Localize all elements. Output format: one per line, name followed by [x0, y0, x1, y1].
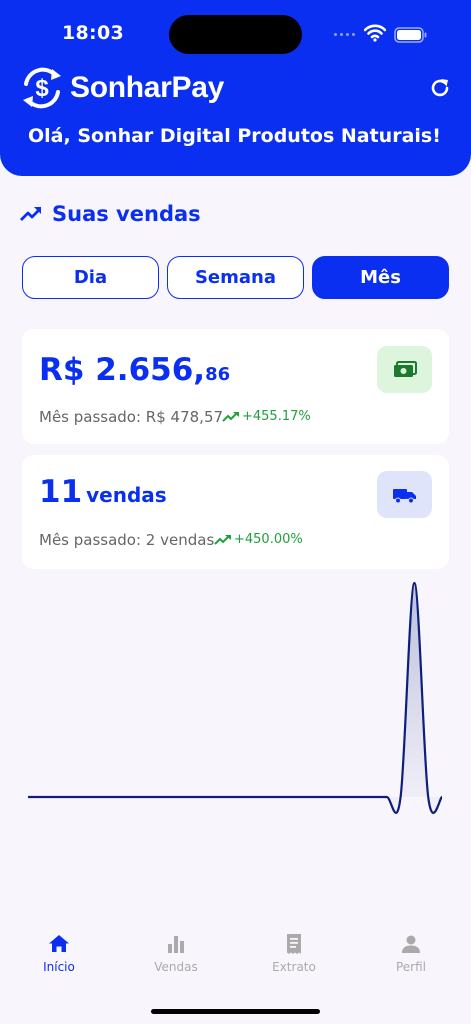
nav-label-extrato: Extrato — [272, 960, 316, 974]
trending-up-icon — [20, 207, 41, 221]
nav-item-vendas[interactable]: Vendas — [131, 932, 221, 974]
revenue-card: R$ 2.656,86 Mês passado: R$ 478,57 +455.… — [22, 329, 449, 444]
brand: $ SonharPay — [18, 64, 224, 112]
tab-mes[interactable]: Mês — [312, 256, 449, 299]
sales-previous-text: Mês passado: 2 vendas — [39, 531, 215, 549]
sales-growth: +450.00% — [214, 532, 303, 547]
svg-text:$: $ — [35, 75, 49, 102]
revenue-value-main: R$ 2.656, — [39, 352, 206, 388]
app-header: 18:03 $ SonharPay Olá, Sonhar Digital Pr… — [0, 0, 471, 176]
home-icon — [49, 935, 69, 952]
sales-count: 11 vendas — [39, 474, 167, 510]
nav-label-inicio: Início — [43, 960, 75, 974]
battery-icon — [394, 27, 427, 43]
trending-up-icon — [222, 411, 239, 422]
nav-item-inicio[interactable]: Início — [14, 932, 104, 974]
dynamic-island — [169, 15, 302, 54]
bar-chart-icon — [168, 936, 184, 953]
nav-label-perfil: Perfil — [395, 960, 427, 974]
tab-dia-label: Dia — [73, 267, 108, 288]
signal-icon — [334, 33, 355, 36]
nav-item-perfil[interactable]: Perfil — [366, 932, 456, 974]
trending-up-icon — [214, 534, 231, 545]
money-icon-box — [377, 346, 432, 393]
greeting-text: Olá, Sonhar Digital Produtos Naturais! — [28, 125, 441, 147]
truck-icon-box — [377, 471, 432, 518]
home-indicator — [151, 1009, 320, 1014]
status-bar: 18:03 — [0, 0, 471, 62]
sales-growth-value: +450.00% — [234, 532, 303, 547]
revenue-previous-text: Mês passado: R$ 478,57 — [39, 408, 224, 426]
sales-chart — [28, 581, 444, 814]
revenue-growth: +455.17% — [222, 409, 311, 424]
nav-item-extrato[interactable]: Extrato — [249, 932, 339, 974]
bottom-nav: Início Vendas Extrato Perfil — [0, 920, 471, 990]
tab-mes-label: Mês — [360, 267, 401, 288]
revenue-growth-value: +455.17% — [242, 409, 311, 424]
receipt-icon — [287, 934, 301, 954]
truck-icon — [392, 488, 416, 503]
sonharpay-logo-icon: $ — [23, 67, 61, 109]
wifi-icon — [364, 24, 386, 42]
money-icon — [393, 360, 417, 377]
tab-semana[interactable]: Semana — [167, 256, 304, 299]
refresh-icon[interactable] — [428, 76, 452, 100]
brand-name: SonharPay — [70, 71, 225, 104]
sales-section-title: Suas vendas — [18, 198, 201, 230]
status-time: 18:03 — [62, 22, 124, 44]
tab-dia[interactable]: Dia — [22, 256, 159, 299]
sales-count-value: 11 — [39, 474, 83, 510]
tab-semana-label: Semana — [194, 267, 277, 288]
section-title: Suas vendas — [52, 202, 201, 226]
person-icon — [402, 935, 420, 953]
chart-series-line — [28, 581, 444, 814]
nav-label-vendas: Vendas — [154, 960, 198, 974]
sales-count-unit: vendas — [86, 483, 167, 507]
chart-area — [28, 583, 442, 813]
revenue-value-cents: 86 — [205, 364, 231, 385]
sales-card: 11 vendas Mês passado: 2 vendas +450.00% — [22, 455, 449, 569]
revenue-value: R$ 2.656,86 — [39, 352, 230, 388]
